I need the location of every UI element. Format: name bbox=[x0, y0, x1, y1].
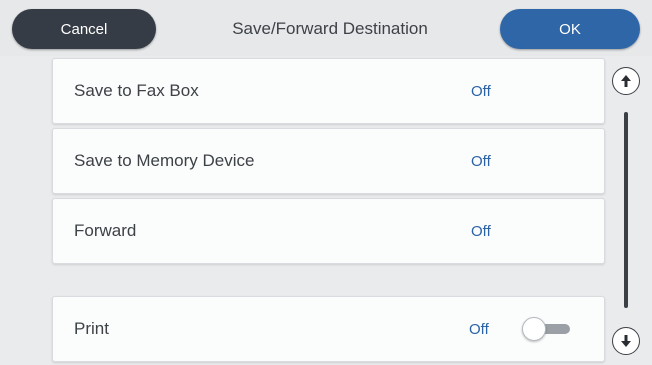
arrow-up-icon bbox=[621, 75, 631, 87]
setting-value: Off bbox=[471, 222, 491, 240]
header-bar: Cancel Save/Forward Destination OK bbox=[0, 0, 652, 56]
page-title: Save/Forward Destination bbox=[232, 19, 428, 38]
ok-button[interactable]: OK bbox=[500, 9, 640, 49]
setting-value: Off bbox=[471, 82, 491, 100]
scrollbar-track[interactable] bbox=[624, 112, 628, 308]
setting-row-save-to-fax-box[interactable]: Save to Fax Box Off bbox=[52, 58, 605, 124]
setting-row-print[interactable]: Print Off bbox=[52, 296, 605, 362]
setting-value: Off bbox=[469, 320, 489, 338]
scroll-down-button[interactable] bbox=[612, 327, 640, 355]
cancel-button[interactable]: Cancel bbox=[12, 9, 156, 49]
scroll-up-button[interactable] bbox=[612, 67, 640, 95]
scrollbar-thumb[interactable] bbox=[624, 112, 628, 308]
setting-label: Print bbox=[74, 319, 109, 338]
arrow-down-icon bbox=[621, 335, 631, 347]
setting-label: Save to Memory Device bbox=[74, 151, 255, 170]
setting-value: Off bbox=[471, 152, 491, 170]
toggle-knob bbox=[522, 317, 546, 341]
print-toggle[interactable] bbox=[522, 317, 574, 341]
settings-list: Save to Fax Box Off Save to Memory Devic… bbox=[0, 56, 652, 365]
setting-row-save-to-memory-device[interactable]: Save to Memory Device Off bbox=[52, 128, 605, 194]
setting-row-forward[interactable]: Forward Off bbox=[52, 198, 605, 264]
setting-label: Forward bbox=[74, 221, 137, 240]
setting-label: Save to Fax Box bbox=[74, 81, 199, 100]
